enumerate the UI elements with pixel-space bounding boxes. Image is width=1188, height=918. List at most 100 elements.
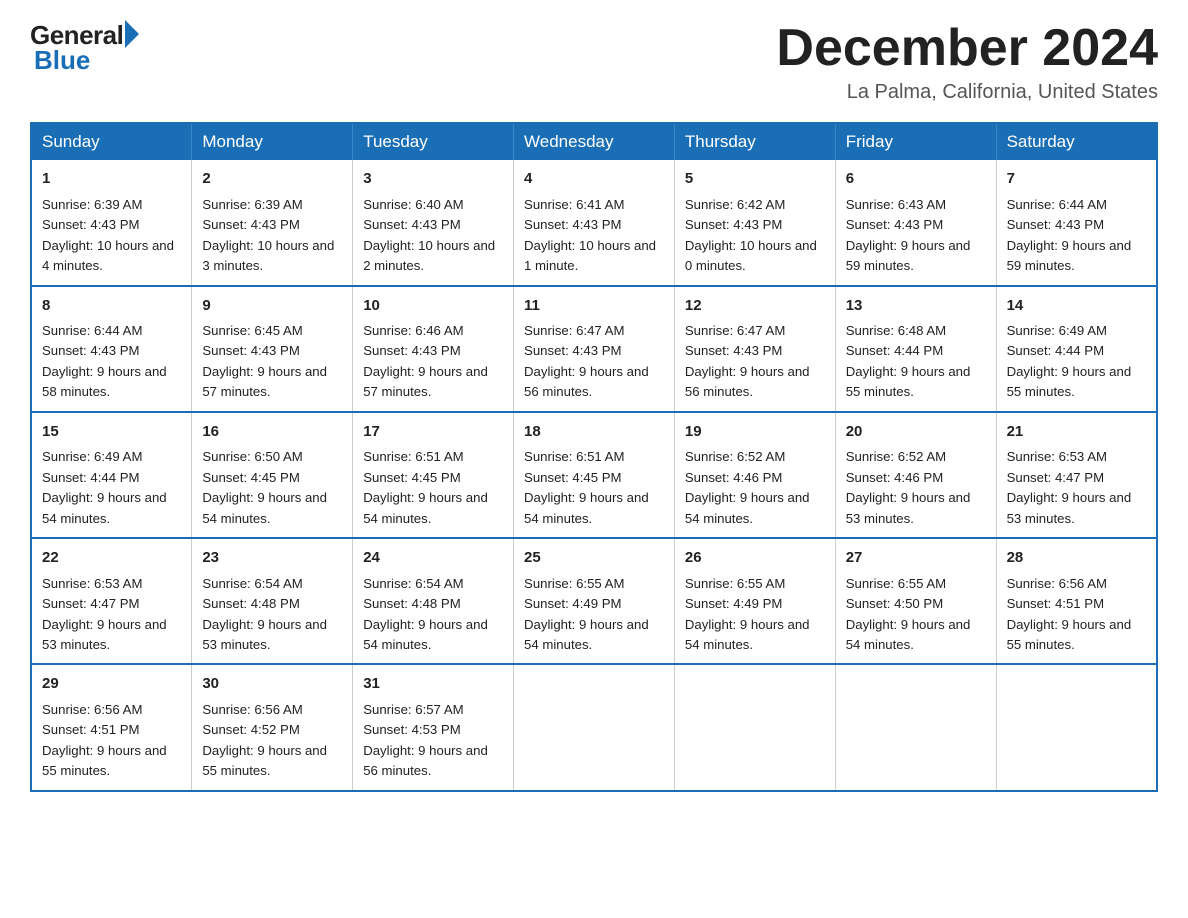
- day-info: Sunrise: 6:39 AMSunset: 4:43 PMDaylight:…: [202, 197, 334, 273]
- table-row: 30 Sunrise: 6:56 AMSunset: 4:52 PMDaylig…: [192, 664, 353, 790]
- table-row: [674, 664, 835, 790]
- day-info: Sunrise: 6:39 AMSunset: 4:43 PMDaylight:…: [42, 197, 174, 273]
- table-row: [514, 664, 675, 790]
- table-row: 16 Sunrise: 6:50 AMSunset: 4:45 PMDaylig…: [192, 412, 353, 538]
- table-row: 12 Sunrise: 6:47 AMSunset: 4:43 PMDaylig…: [674, 286, 835, 412]
- logo-text-blue: Blue: [34, 45, 90, 76]
- month-title: December 2024: [776, 20, 1158, 77]
- calendar-week-3: 15 Sunrise: 6:49 AMSunset: 4:44 PMDaylig…: [31, 412, 1157, 538]
- col-tuesday: Tuesday: [353, 123, 514, 160]
- table-row: 7 Sunrise: 6:44 AMSunset: 4:43 PMDayligh…: [996, 160, 1157, 285]
- day-info: Sunrise: 6:53 AMSunset: 4:47 PMDaylight:…: [42, 576, 167, 652]
- col-saturday: Saturday: [996, 123, 1157, 160]
- day-number: 17: [363, 421, 503, 444]
- day-info: Sunrise: 6:40 AMSunset: 4:43 PMDaylight:…: [363, 197, 495, 273]
- table-row: 21 Sunrise: 6:53 AMSunset: 4:47 PMDaylig…: [996, 412, 1157, 538]
- calendar-week-5: 29 Sunrise: 6:56 AMSunset: 4:51 PMDaylig…: [31, 664, 1157, 790]
- table-row: 23 Sunrise: 6:54 AMSunset: 4:48 PMDaylig…: [192, 538, 353, 664]
- day-number: 30: [202, 673, 342, 696]
- day-number: 10: [363, 295, 503, 318]
- day-number: 7: [1007, 168, 1146, 191]
- day-info: Sunrise: 6:55 AMSunset: 4:49 PMDaylight:…: [685, 576, 810, 652]
- table-row: 13 Sunrise: 6:48 AMSunset: 4:44 PMDaylig…: [835, 286, 996, 412]
- page-header: General Blue December 2024 La Palma, Cal…: [30, 20, 1158, 104]
- table-row: 3 Sunrise: 6:40 AMSunset: 4:43 PMDayligh…: [353, 160, 514, 285]
- day-number: 22: [42, 547, 181, 570]
- day-info: Sunrise: 6:52 AMSunset: 4:46 PMDaylight:…: [846, 449, 971, 525]
- day-number: 2: [202, 168, 342, 191]
- day-number: 19: [685, 421, 825, 444]
- table-row: 28 Sunrise: 6:56 AMSunset: 4:51 PMDaylig…: [996, 538, 1157, 664]
- table-row: 11 Sunrise: 6:47 AMSunset: 4:43 PMDaylig…: [514, 286, 675, 412]
- day-info: Sunrise: 6:56 AMSunset: 4:52 PMDaylight:…: [202, 702, 327, 778]
- day-number: 27: [846, 547, 986, 570]
- col-sunday: Sunday: [31, 123, 192, 160]
- location-subtitle: La Palma, California, United States: [776, 81, 1158, 104]
- day-info: Sunrise: 6:44 AMSunset: 4:43 PMDaylight:…: [42, 323, 167, 399]
- day-number: 14: [1007, 295, 1146, 318]
- day-number: 3: [363, 168, 503, 191]
- table-row: 31 Sunrise: 6:57 AMSunset: 4:53 PMDaylig…: [353, 664, 514, 790]
- title-block: December 2024 La Palma, California, Unit…: [776, 20, 1158, 104]
- day-number: 25: [524, 547, 664, 570]
- table-row: 25 Sunrise: 6:55 AMSunset: 4:49 PMDaylig…: [514, 538, 675, 664]
- calendar-week-4: 22 Sunrise: 6:53 AMSunset: 4:47 PMDaylig…: [31, 538, 1157, 664]
- day-number: 5: [685, 168, 825, 191]
- day-info: Sunrise: 6:42 AMSunset: 4:43 PMDaylight:…: [685, 197, 817, 273]
- day-info: Sunrise: 6:55 AMSunset: 4:49 PMDaylight:…: [524, 576, 649, 652]
- col-wednesday: Wednesday: [514, 123, 675, 160]
- day-number: 21: [1007, 421, 1146, 444]
- day-number: 31: [363, 673, 503, 696]
- day-info: Sunrise: 6:43 AMSunset: 4:43 PMDaylight:…: [846, 197, 971, 273]
- table-row: 20 Sunrise: 6:52 AMSunset: 4:46 PMDaylig…: [835, 412, 996, 538]
- day-number: 20: [846, 421, 986, 444]
- day-info: Sunrise: 6:47 AMSunset: 4:43 PMDaylight:…: [685, 323, 810, 399]
- table-row: 27 Sunrise: 6:55 AMSunset: 4:50 PMDaylig…: [835, 538, 996, 664]
- table-row: 29 Sunrise: 6:56 AMSunset: 4:51 PMDaylig…: [31, 664, 192, 790]
- day-number: 26: [685, 547, 825, 570]
- table-row: 5 Sunrise: 6:42 AMSunset: 4:43 PMDayligh…: [674, 160, 835, 285]
- day-info: Sunrise: 6:44 AMSunset: 4:43 PMDaylight:…: [1007, 197, 1132, 273]
- table-row: 15 Sunrise: 6:49 AMSunset: 4:44 PMDaylig…: [31, 412, 192, 538]
- day-info: Sunrise: 6:54 AMSunset: 4:48 PMDaylight:…: [202, 576, 327, 652]
- day-number: 4: [524, 168, 664, 191]
- day-number: 13: [846, 295, 986, 318]
- day-info: Sunrise: 6:52 AMSunset: 4:46 PMDaylight:…: [685, 449, 810, 525]
- day-number: 15: [42, 421, 181, 444]
- table-row: 4 Sunrise: 6:41 AMSunset: 4:43 PMDayligh…: [514, 160, 675, 285]
- day-number: 8: [42, 295, 181, 318]
- day-info: Sunrise: 6:51 AMSunset: 4:45 PMDaylight:…: [524, 449, 649, 525]
- day-number: 18: [524, 421, 664, 444]
- col-friday: Friday: [835, 123, 996, 160]
- table-row: 2 Sunrise: 6:39 AMSunset: 4:43 PMDayligh…: [192, 160, 353, 285]
- day-info: Sunrise: 6:53 AMSunset: 4:47 PMDaylight:…: [1007, 449, 1132, 525]
- day-info: Sunrise: 6:56 AMSunset: 4:51 PMDaylight:…: [42, 702, 167, 778]
- day-info: Sunrise: 6:41 AMSunset: 4:43 PMDaylight:…: [524, 197, 656, 273]
- table-row: 18 Sunrise: 6:51 AMSunset: 4:45 PMDaylig…: [514, 412, 675, 538]
- logo: General Blue: [30, 20, 139, 76]
- table-row: 1 Sunrise: 6:39 AMSunset: 4:43 PMDayligh…: [31, 160, 192, 285]
- day-info: Sunrise: 6:57 AMSunset: 4:53 PMDaylight:…: [363, 702, 488, 778]
- day-number: 12: [685, 295, 825, 318]
- day-number: 1: [42, 168, 181, 191]
- day-info: Sunrise: 6:47 AMSunset: 4:43 PMDaylight:…: [524, 323, 649, 399]
- day-number: 24: [363, 547, 503, 570]
- table-row: 22 Sunrise: 6:53 AMSunset: 4:47 PMDaylig…: [31, 538, 192, 664]
- day-number: 9: [202, 295, 342, 318]
- table-row: [996, 664, 1157, 790]
- calendar-table: Sunday Monday Tuesday Wednesday Thursday…: [30, 122, 1158, 792]
- day-info: Sunrise: 6:55 AMSunset: 4:50 PMDaylight:…: [846, 576, 971, 652]
- table-row: 17 Sunrise: 6:51 AMSunset: 4:45 PMDaylig…: [353, 412, 514, 538]
- col-thursday: Thursday: [674, 123, 835, 160]
- table-row: 19 Sunrise: 6:52 AMSunset: 4:46 PMDaylig…: [674, 412, 835, 538]
- table-row: 24 Sunrise: 6:54 AMSunset: 4:48 PMDaylig…: [353, 538, 514, 664]
- day-number: 6: [846, 168, 986, 191]
- day-info: Sunrise: 6:51 AMSunset: 4:45 PMDaylight:…: [363, 449, 488, 525]
- day-info: Sunrise: 6:48 AMSunset: 4:44 PMDaylight:…: [846, 323, 971, 399]
- day-info: Sunrise: 6:46 AMSunset: 4:43 PMDaylight:…: [363, 323, 488, 399]
- col-monday: Monday: [192, 123, 353, 160]
- day-info: Sunrise: 6:45 AMSunset: 4:43 PMDaylight:…: [202, 323, 327, 399]
- day-number: 11: [524, 295, 664, 318]
- calendar-header-row: Sunday Monday Tuesday Wednesday Thursday…: [31, 123, 1157, 160]
- day-info: Sunrise: 6:49 AMSunset: 4:44 PMDaylight:…: [42, 449, 167, 525]
